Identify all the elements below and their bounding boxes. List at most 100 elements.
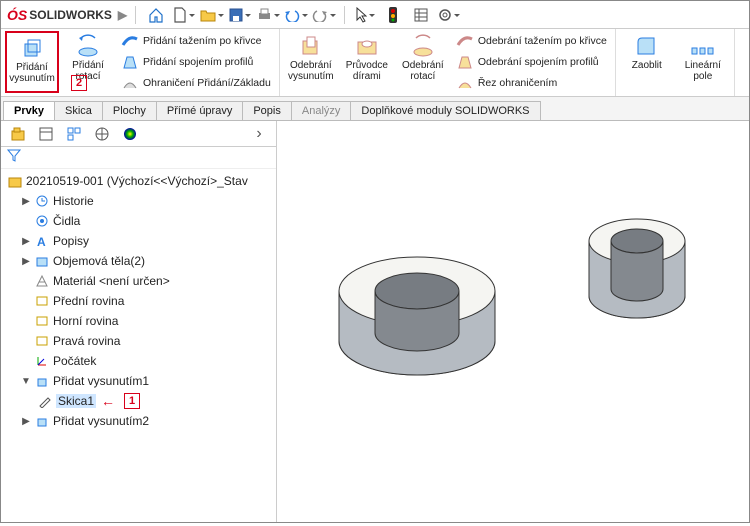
fillet-button[interactable]: Zaoblit — [620, 31, 674, 93]
new-button[interactable] — [172, 4, 196, 26]
svg-text:A: A — [37, 235, 46, 248]
tree-feat1[interactable]: ▼Přidat vysunutím1 — [1, 371, 276, 391]
bom-button[interactable] — [409, 4, 433, 26]
open-button[interactable] — [200, 4, 224, 26]
cut-revolve-button[interactable]: Odebrání rotací — [396, 31, 450, 93]
expand-icon[interactable]: ▶ — [21, 416, 31, 427]
tab-plochy[interactable]: Plochy — [102, 101, 157, 120]
app-logo: ÓS SOLIDWORKS ▶ — [7, 7, 127, 23]
tree-top-plane[interactable]: Horní rovina — [1, 311, 276, 331]
dimxpert-panel-tab[interactable] — [91, 124, 113, 144]
configuration-manager-panel-tab[interactable] — [63, 124, 85, 144]
ds-logo-icon: ÓS — [7, 7, 27, 23]
expand-icon[interactable]: ▶ — [21, 196, 31, 207]
panel-expand-button[interactable]: › — [248, 124, 270, 144]
undo-icon — [284, 8, 300, 22]
cut-extrude-icon — [298, 33, 324, 59]
save-icon — [229, 8, 243, 22]
select-button[interactable] — [353, 4, 377, 26]
display-manager-panel-tab[interactable] — [119, 124, 141, 144]
plane-icon — [34, 293, 50, 309]
cut-sweep-button[interactable]: Odebrání tažením po křivce — [452, 31, 611, 51]
feature-manager-panel: › 20210519-001 (Výchozí<<Výchozí>_Stav ▶… — [1, 121, 277, 522]
cut-boundary-button[interactable]: Řez ohraničením — [452, 73, 611, 93]
filter-icon[interactable] — [7, 148, 21, 167]
tree-bodies[interactable]: ▶Objemová těla(2) — [1, 251, 276, 271]
cut-loft-button[interactable]: Odebrání spojením profilů — [452, 52, 611, 72]
extrude-feature-icon — [34, 373, 50, 389]
graphics-viewport[interactable] — [277, 121, 749, 522]
app-name: SOLIDWORKS — [29, 8, 112, 22]
print-icon — [257, 8, 272, 22]
boundary-icon — [121, 74, 139, 92]
tree-feat2[interactable]: ▶Přidat vysunutím2 — [1, 411, 276, 431]
open-icon — [200, 8, 216, 22]
tree-root[interactable]: 20210519-001 (Výchozí<<Výchozí>_Stav — [1, 171, 276, 191]
panel-tabs: › — [1, 121, 276, 147]
collapse-icon[interactable]: ▼ — [21, 376, 31, 387]
tab-popis[interactable]: Popis — [242, 101, 292, 120]
revolve-boss-button[interactable]: Přidání rotací — [61, 31, 115, 93]
extrude-icon — [19, 35, 45, 61]
solid-body-icon — [34, 253, 50, 269]
property-manager-panel-tab[interactable] — [35, 124, 57, 144]
tab-prvky[interactable]: Prvky — [3, 101, 55, 120]
home-button[interactable] — [144, 4, 168, 26]
tree-sketch1[interactable]: Skica1 ← 1 — [1, 391, 276, 411]
plane-icon — [34, 333, 50, 349]
tree-origin[interactable]: Počátek — [1, 351, 276, 371]
tree-front-plane[interactable]: Přední rovina — [1, 291, 276, 311]
redo-button[interactable] — [312, 4, 336, 26]
redo-icon — [312, 8, 328, 22]
cut-revolve-icon — [410, 33, 436, 59]
spreadsheet-icon — [414, 8, 428, 22]
command-manager-tabs: Prvky Skica Plochy Přímé úpravy Popis An… — [1, 97, 749, 121]
hole-wizard-button[interactable]: Průvodce dírami — [340, 31, 394, 93]
rebuild-button[interactable] — [381, 4, 405, 26]
ribbon: Přidání vysunutím 2 Přidání rotací Přidá… — [1, 29, 749, 97]
home-icon — [148, 7, 164, 23]
tree-sensors[interactable]: Čidla — [1, 211, 276, 231]
title-bar: ÓS SOLIDWORKS ▶ — [1, 1, 749, 29]
feature-manager-panel-tab[interactable] — [7, 124, 29, 144]
extrude-boss-button[interactable]: Přidání vysunutím — [5, 31, 59, 93]
feature-tree: 20210519-001 (Výchozí<<Výchozí>_Stav ▶Hi… — [1, 169, 276, 522]
tree-annotations[interactable]: ▶APopisy — [1, 231, 276, 251]
tree-right-plane[interactable]: Pravá rovina — [1, 331, 276, 351]
undo-button[interactable] — [284, 4, 308, 26]
ribbon-fillet-group: Zaoblit Lineární pole — [616, 29, 735, 96]
boundary-boss-button[interactable]: Ohraničení Přidání/Základu — [117, 73, 275, 93]
tab-addins[interactable]: Doplňkové moduly SOLIDWORKS — [350, 101, 540, 120]
origin-icon — [34, 353, 50, 369]
sketch-icon — [37, 393, 53, 409]
gear-icon — [438, 8, 452, 22]
cut-loft-icon — [456, 53, 474, 71]
fillet-icon — [634, 33, 660, 59]
expand-icon[interactable]: ▶ — [21, 256, 31, 267]
tab-analyzy[interactable]: Analýzy — [291, 101, 352, 120]
ribbon-features-group: Přidání vysunutím 2 Přidání rotací Přidá… — [1, 29, 280, 96]
loft-boss-button[interactable]: Přidání spojením profilů — [117, 52, 275, 72]
save-button[interactable] — [228, 4, 252, 26]
expand-icon[interactable]: ▶ — [21, 236, 31, 247]
sensor-icon — [34, 213, 50, 229]
tab-prime-upravy[interactable]: Přímé úpravy — [156, 101, 243, 120]
tree-material[interactable]: Materiál <není určen> — [1, 271, 276, 291]
cut-boundary-icon — [456, 74, 474, 92]
sweep-boss-button[interactable]: Přidání tažením po křivce — [117, 31, 275, 51]
linear-pattern-button[interactable]: Lineární pole — [676, 31, 730, 93]
print-button[interactable] — [256, 4, 280, 26]
material-icon — [34, 273, 50, 289]
chevron-right-icon: ▶ — [118, 8, 127, 22]
plane-icon — [34, 313, 50, 329]
ribbon-cut-group: Odebrání vysunutím Průvodce dírami Odebr… — [280, 29, 616, 96]
tree-history[interactable]: ▶Historie — [1, 191, 276, 211]
traffic-light-icon — [389, 7, 397, 23]
history-icon — [34, 193, 50, 209]
cut-extrude-button[interactable]: Odebrání vysunutím — [284, 31, 338, 93]
arrow-left-icon: ← — [101, 393, 115, 409]
cut-sweep-icon — [456, 32, 474, 50]
settings-button[interactable] — [437, 4, 461, 26]
revolve-icon — [75, 33, 101, 59]
tab-skica[interactable]: Skica — [54, 101, 103, 120]
